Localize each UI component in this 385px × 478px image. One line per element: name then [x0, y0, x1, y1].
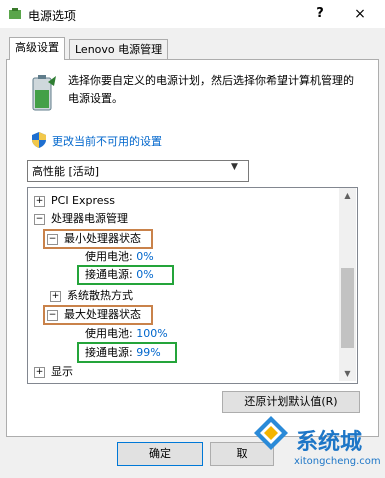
tree-item-label: 系统散热方式: [67, 289, 133, 302]
tree-item-label: PCI Express: [51, 194, 116, 207]
expand-icon[interactable]: +: [50, 290, 61, 302]
change-unavailable-settings-link[interactable]: 更改当前不可用的设置: [52, 133, 162, 149]
intro-description: 选择你要自定义的电源计划，然后选择你希望计算机管理的电源设置。: [68, 74, 354, 105]
scroll-up-arrow-icon[interactable]: ▲: [339, 188, 356, 203]
tree-item-label: 最小处理器状态: [64, 232, 141, 245]
restore-defaults-button[interactable]: 还原计划默认值(R): [222, 391, 360, 413]
setting-value[interactable]: 0%: [136, 250, 153, 263]
watermark-url: xitongcheng.com: [294, 456, 381, 467]
setting-label: 接通电源:: [85, 346, 133, 359]
setting-min-plugged-in[interactable]: 接通电源: 0%: [77, 265, 174, 285]
ok-button[interactable]: 确定: [117, 442, 203, 466]
tree-item-display[interactable]: + 显示: [34, 363, 73, 381]
setting-value[interactable]: 99%: [136, 346, 160, 359]
close-button[interactable]: ×: [350, 4, 370, 24]
tree-item-min-processor-state[interactable]: − 最小处理器状态: [43, 229, 153, 249]
setting-value[interactable]: 0%: [136, 268, 153, 281]
setting-min-on-battery[interactable]: 使用电池: 0%: [85, 248, 154, 266]
tree-item-pci-express[interactable]: + PCI Express: [34, 192, 115, 210]
scrollbar-thumb[interactable]: [341, 268, 354, 348]
setting-value[interactable]: 100%: [136, 327, 167, 340]
collapse-icon[interactable]: −: [34, 213, 45, 225]
tree-item-cooling-policy[interactable]: + 系统散热方式: [50, 287, 133, 305]
battery-plug-icon: [32, 75, 56, 111]
tree-item-label: 显示: [51, 365, 73, 378]
setting-label: 使用电池:: [85, 327, 133, 340]
help-button[interactable]: ?: [310, 4, 330, 24]
watermark-brand: 系统城: [296, 430, 363, 455]
tab-advanced-settings[interactable]: 高级设置: [9, 37, 65, 60]
expand-icon[interactable]: +: [34, 195, 45, 207]
window-title: 电源选项: [28, 9, 77, 23]
power-options-icon: [9, 8, 21, 19]
watermark-logo-icon: [254, 416, 288, 450]
setting-max-on-battery[interactable]: 使用电池: 100%: [85, 325, 168, 343]
scroll-down-arrow-icon[interactable]: ▼: [339, 366, 356, 381]
collapse-icon[interactable]: −: [47, 309, 58, 321]
tree-item-max-processor-state[interactable]: − 最大处理器状态: [43, 305, 153, 325]
uac-shield-icon: [32, 132, 46, 148]
tree-item-label: 最大处理器状态: [64, 308, 141, 321]
power-plan-value: 高性能 [活动]: [32, 165, 100, 178]
tree-item-label: 处理器电源管理: [51, 212, 128, 225]
collapse-icon[interactable]: −: [47, 233, 58, 245]
expand-icon[interactable]: +: [34, 366, 45, 378]
setting-label: 使用电池:: [85, 250, 133, 263]
tab-lenovo-power[interactable]: Lenovo 电源管理: [69, 39, 169, 60]
settings-tree[interactable]: + PCI Express − 处理器电源管理 − 最小处理器状态 使用电池: 0% …: [27, 187, 358, 384]
setting-label: 接通电源:: [85, 268, 133, 281]
chevron-down-icon[interactable]: ▼: [231, 162, 238, 172]
tree-item-processor-power[interactable]: − 处理器电源管理: [34, 210, 128, 228]
setting-max-plugged-in[interactable]: 接通电源: 99%: [77, 342, 177, 363]
